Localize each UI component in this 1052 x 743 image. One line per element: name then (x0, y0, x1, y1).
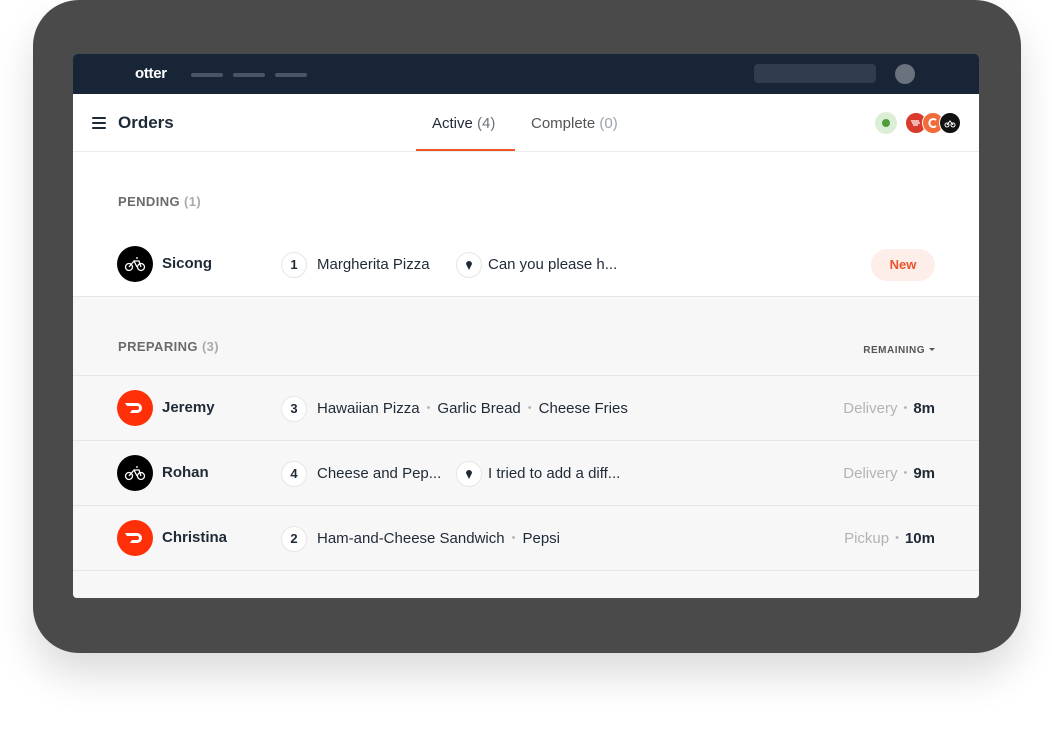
postmates-icon (117, 455, 153, 491)
provider-icons-stack[interactable] (905, 112, 965, 134)
page-title: Orders (118, 113, 174, 132)
order-item: Cheese and Pep... (317, 465, 442, 482)
user-avatar[interactable] (895, 64, 915, 84)
order-item: Cheese Fries (538, 400, 628, 417)
order-item: Margherita Pizza (317, 256, 430, 273)
order-note: Can you please h... (488, 256, 618, 273)
remaining-time: 8m (913, 400, 935, 417)
note-pin-icon (456, 252, 482, 278)
order-item: Pepsi (522, 530, 560, 547)
sort-remaining-dropdown[interactable]: REMAINING (863, 345, 935, 356)
postmates-icon (117, 246, 153, 282)
order-items: Margherita Pizza (317, 256, 430, 273)
preparing-section-label: PREPARING (3) (118, 339, 219, 354)
customer-name: Sicong (162, 255, 213, 272)
order-row[interactable]: Rohan 4 Cheese and Pep... I tried to add… (73, 441, 979, 506)
doordash-icon (117, 520, 153, 556)
customer-name: Rohan (162, 464, 209, 481)
tab-active[interactable]: Active (4) (432, 115, 495, 132)
nav-placeholder-2[interactable] (233, 73, 265, 77)
brand-logo: otter (135, 65, 167, 82)
hamburger-menu-icon[interactable] (92, 117, 106, 129)
item-count-badge: 3 (281, 396, 307, 422)
preparing-label-text: PREPARING (118, 339, 198, 354)
fulfillment-mode: Delivery (843, 465, 898, 482)
remaining-time: 9m (913, 465, 935, 482)
order-items: Hawaiian Pizza • Garlic Bread • Cheese Fries (317, 400, 628, 417)
order-row[interactable]: Sicong 1 Margherita Pizza Can you please… (73, 232, 979, 297)
tab-active-count: (4) (477, 115, 496, 132)
order-items: Ham-and-Cheese Sandwich • Pepsi (317, 530, 560, 547)
item-count-badge: 1 (281, 252, 307, 278)
customer-name: Christina (162, 529, 228, 546)
fulfillment-info: Delivery • 9m (843, 465, 935, 482)
note-pin-icon (456, 461, 482, 487)
tab-complete-label: Complete (531, 115, 596, 132)
customer-name: Jeremy (162, 399, 215, 416)
fulfillment-mode: Delivery (843, 400, 898, 417)
item-count-badge: 2 (281, 526, 307, 552)
nav-placeholder-1[interactable] (191, 73, 223, 77)
pending-section: PENDING (1) (73, 152, 979, 233)
nav-placeholder-3[interactable] (275, 73, 307, 77)
top-nav-bar: otter (73, 54, 979, 94)
item-count-badge: 4 (281, 461, 307, 487)
pending-label-text: PENDING (118, 194, 181, 209)
remaining-time: 10m (904, 530, 935, 547)
online-status-icon[interactable] (875, 112, 897, 134)
new-order-badge[interactable]: New (871, 249, 935, 281)
order-item: Hawaiian Pizza (317, 400, 420, 417)
app-screen: otter Orders Active (4) Complete (0) PEN… (73, 54, 979, 598)
postmates-provider-icon (939, 112, 961, 134)
doordash-icon (117, 390, 153, 426)
preparing-label-count: (3) (201, 339, 220, 354)
order-item: Garlic Bread (437, 400, 521, 417)
order-items: Cheese and Pep... (317, 465, 441, 482)
fulfillment-info: Pickup • 10m (844, 530, 935, 547)
active-tab-indicator (416, 149, 515, 151)
order-row[interactable]: Christina 2 Ham-and-Cheese Sandwich • Peps… (73, 506, 979, 571)
order-item: Ham-and-Cheese Sandwich (317, 530, 505, 547)
search-bar[interactable] (754, 64, 876, 83)
fulfillment-info: Delivery • 8m (843, 400, 935, 417)
pending-label-count: (1) (184, 194, 202, 209)
orders-header: Orders Active (4) Complete (0) (73, 94, 979, 152)
tab-complete[interactable]: Complete (0) (531, 115, 618, 132)
tab-complete-count: (0) (599, 115, 618, 132)
order-row[interactable]: Jeremy 3 Hawaiian Pizza • Garlic Bread • Che… (73, 375, 979, 441)
pending-section-label: PENDING (1) (118, 194, 201, 209)
tab-active-label: Active (432, 115, 473, 132)
order-note: I tried to add a diff... (488, 465, 621, 482)
fulfillment-mode: Pickup (844, 530, 890, 547)
